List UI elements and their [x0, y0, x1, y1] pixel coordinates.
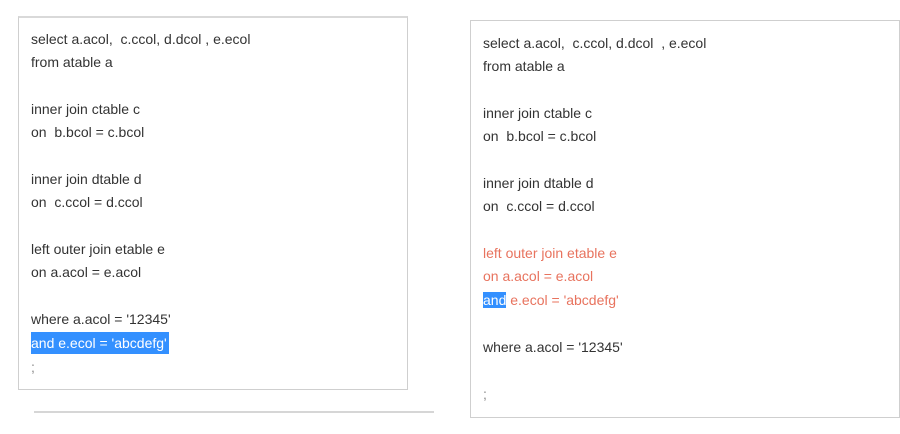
right-line-semicolon: ;	[483, 386, 487, 402]
right-line-on-c: on b.bcol = c.bcol	[483, 128, 597, 144]
left-line-on-d: on c.ccol = d.ccol	[31, 194, 143, 210]
right-line-join-e: left outer join etable e	[483, 245, 617, 261]
right-line-join-d: inner join dtable d	[483, 175, 594, 191]
panel-divider	[34, 411, 434, 413]
left-line-join-c: inner join ctable c	[31, 101, 140, 117]
left-line-on-c: on b.bcol = c.bcol	[31, 124, 145, 140]
left-line-where: where a.acol = '12345'	[31, 311, 171, 327]
left-line-and-selected[interactable]: and e.ecol = 'abcdefg'	[31, 332, 169, 354]
left-line-on-e: on a.acol = e.acol	[31, 264, 142, 280]
right-line-on-e: on a.acol = e.acol	[483, 268, 594, 284]
left-line-join-e: left outer join etable e	[31, 241, 165, 257]
left-line-select: select a.acol, c.ccol, d.dcol , e.ecol	[31, 31, 251, 47]
left-line-from: from atable a	[31, 54, 113, 70]
right-line-and: and e.ecol = 'abcdefg'	[483, 289, 619, 311]
right-and-keyword-selected[interactable]: and	[483, 292, 507, 308]
right-and-condition: e.ecol = 'abcdefg'	[506, 292, 619, 308]
right-code-panel	[470, 20, 900, 418]
left-line-semicolon: ;	[31, 359, 35, 375]
right-line-join-c: inner join ctable c	[483, 105, 592, 121]
right-line-from: from atable a	[483, 58, 565, 74]
left-line-join-d: inner join dtable d	[31, 171, 142, 187]
right-line-select: select a.acol, c.ccol, d.dcol , e.ecol	[483, 35, 707, 51]
right-line-where: where a.acol = '12345'	[483, 339, 623, 355]
right-line-on-d: on c.ccol = d.ccol	[483, 198, 595, 214]
